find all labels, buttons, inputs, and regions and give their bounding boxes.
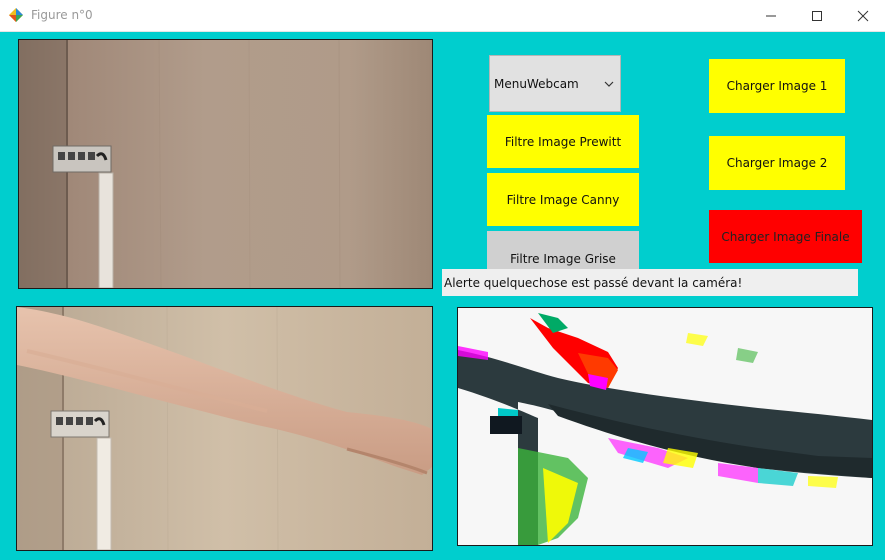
matplotlib-logo-icon — [9, 8, 23, 22]
maximize-icon — [812, 11, 822, 21]
webcam-image-2 — [16, 306, 433, 551]
minimize-icon — [766, 15, 776, 17]
title-bar[interactable]: Figure n°0 — [0, 0, 885, 32]
difference-image — [457, 307, 873, 546]
charger-image-1-button[interactable]: Charger Image 1 — [709, 59, 845, 113]
menu-webcam-dropdown[interactable]: MenuWebcam — [489, 55, 621, 112]
alert-message: Alerte quelquechose est passé devant la … — [442, 269, 858, 296]
chevron-down-icon — [604, 81, 614, 87]
maximize-button[interactable] — [794, 0, 840, 31]
filtre-canny-button[interactable]: Filtre Image Canny — [487, 173, 639, 226]
minimize-button[interactable] — [748, 0, 794, 31]
charger-image-finale-button[interactable]: Charger Image Finale — [709, 210, 862, 263]
close-icon — [857, 10, 869, 22]
webcam-image-1 — [18, 39, 433, 289]
charger-image-2-button[interactable]: Charger Image 2 — [709, 136, 845, 190]
close-button[interactable] — [840, 0, 885, 31]
menu-webcam-label: MenuWebcam — [494, 77, 579, 91]
filtre-prewitt-button[interactable]: Filtre Image Prewitt — [487, 115, 639, 168]
figure-canvas: MenuWebcam Filtre Image Prewitt Filtre I… — [0, 32, 885, 560]
window-title: Figure n°0 — [31, 8, 93, 22]
